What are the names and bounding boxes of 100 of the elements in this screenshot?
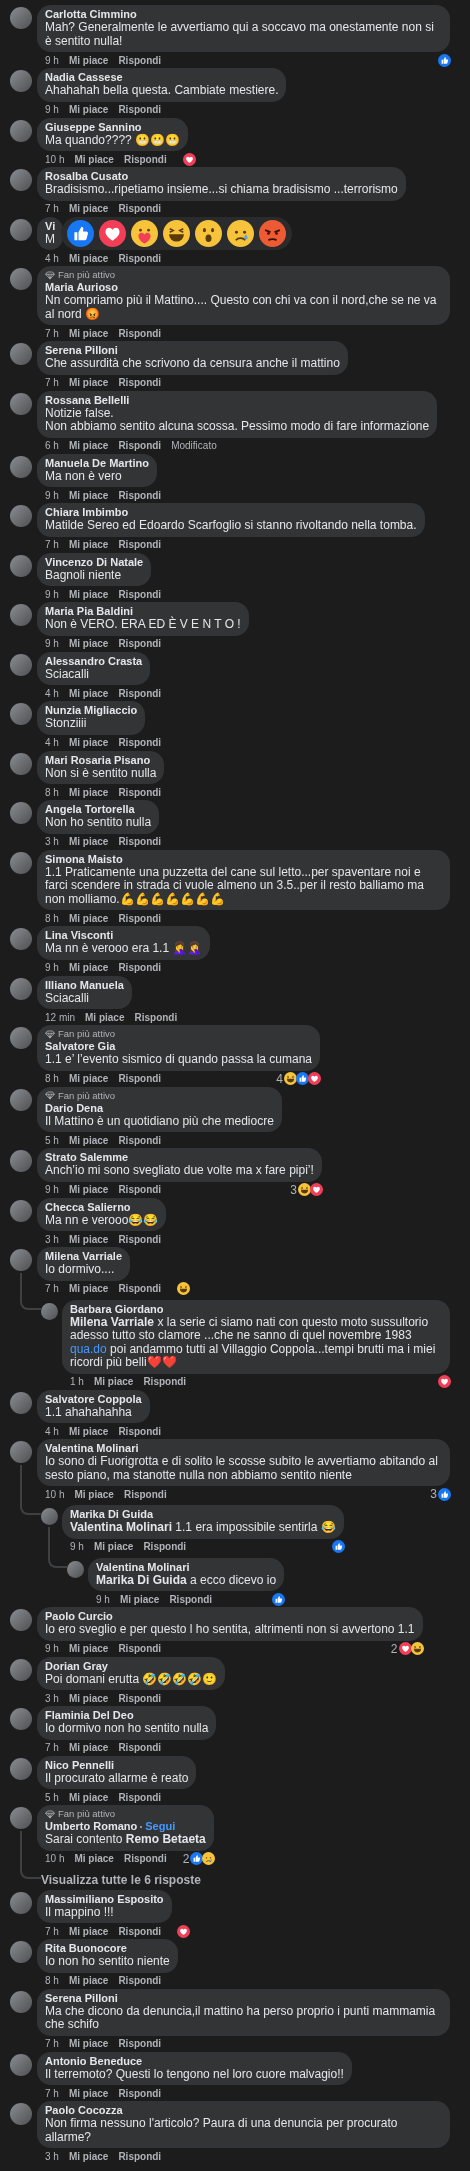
reply-button[interactable]: Rispondi — [118, 377, 162, 388]
author-name[interactable]: Vi — [45, 219, 56, 233]
avatar[interactable] — [10, 218, 32, 241]
like-button[interactable]: Mi piace — [85, 1011, 125, 1023]
like-button[interactable]: Mi piace — [68, 2038, 109, 2049]
author-name[interactable]: Carlotta Cimmino — [45, 8, 137, 21]
author-name[interactable]: Barbara Giordano — [70, 1302, 164, 1316]
like-button[interactable]: Mi piace — [68, 1925, 109, 1937]
reply-button[interactable]: Rispondi — [118, 2038, 162, 2049]
like-button[interactable]: Mi piace — [119, 1593, 160, 1605]
reply-button[interactable]: Rispondi — [118, 638, 162, 649]
avatar[interactable] — [41, 1508, 58, 1525]
avatar[interactable] — [10, 1391, 32, 1414]
reply-button[interactable]: Rispondi — [118, 786, 162, 798]
avatar[interactable] — [10, 169, 32, 191]
avatar[interactable] — [10, 1658, 32, 1681]
author-name[interactable]: Salvatore Gia — [45, 1040, 116, 1053]
avatar[interactable] — [10, 1150, 32, 1172]
author-name[interactable]: Serena Pilloni — [45, 1991, 118, 2005]
author-name[interactable]: Serena Pilloni — [45, 344, 118, 357]
reply-button[interactable]: Rispondi — [118, 1925, 162, 1937]
author-name[interactable]: Vincenzo Di Natale — [45, 555, 144, 569]
like-icon[interactable] — [67, 219, 94, 247]
reply-button[interactable]: Rispondi — [118, 1742, 162, 1753]
reply-button[interactable]: Rispondi — [118, 104, 162, 115]
author-name[interactable]: Rossana Bellelli — [45, 393, 130, 407]
reply-button[interactable]: Rispondi — [118, 2150, 162, 2162]
link[interactable]: qua.do — [70, 1341, 107, 1356]
like-button[interactable]: Mi piace — [68, 912, 109, 924]
view-replies-link[interactable]: Visualizza tutte le 6 risposte — [41, 1871, 201, 1890]
author-name[interactable]: Rosalba Cusato — [45, 170, 129, 183]
author-name[interactable]: Angela Tortorella — [45, 803, 135, 816]
avatar[interactable] — [10, 1609, 32, 1631]
reply-button[interactable]: Rispondi — [118, 687, 162, 699]
like-button[interactable]: Mi piace — [68, 2150, 109, 2162]
reply-button[interactable]: Rispondi — [118, 1134, 162, 1146]
reply-button[interactable]: Rispondi — [134, 1011, 178, 1023]
like-button[interactable]: Mi piace — [68, 836, 109, 847]
reply-button[interactable]: Rispondi — [118, 1233, 162, 1245]
reply-button[interactable]: Rispondi — [118, 1791, 162, 1803]
reply-button[interactable]: Rispondi — [123, 1488, 167, 1500]
author-name[interactable]: Massimiliano Esposito — [45, 1892, 164, 1906]
author-name[interactable]: Mari Rosaria Pisano — [45, 753, 151, 767]
avatar[interactable] — [10, 2103, 32, 2125]
reply-button[interactable]: Rispondi — [118, 327, 162, 339]
like-button[interactable]: Mi piace — [68, 104, 109, 115]
reply-button[interactable]: Rispondi — [118, 440, 162, 451]
reply-button[interactable]: Rispondi — [169, 1593, 213, 1605]
reply-button[interactable]: Rispondi — [143, 1541, 187, 1552]
reply-button[interactable]: Rispondi — [118, 1643, 162, 1654]
like-button[interactable]: Mi piace — [68, 203, 109, 214]
like-button[interactable]: Mi piace — [68, 588, 109, 600]
reply-button[interactable]: Rispondi — [118, 1692, 162, 1704]
avatar[interactable] — [10, 1807, 32, 1829]
avatar[interactable] — [10, 1891, 32, 1914]
like-button[interactable]: Mi piace — [68, 737, 109, 748]
reply-button[interactable]: Rispondi — [118, 1425, 162, 1437]
author-name[interactable]: Nunzia Migliaccio — [45, 704, 138, 717]
avatar[interactable] — [10, 1757, 32, 1780]
like-button[interactable]: Mi piace — [68, 786, 109, 798]
reply-button[interactable]: Rispondi — [118, 962, 162, 973]
like-button[interactable]: Mi piace — [68, 1692, 109, 1704]
like-button[interactable]: Mi piace — [68, 1425, 109, 1437]
avatar[interactable] — [10, 455, 32, 478]
avatar[interactable] — [10, 1441, 32, 1463]
reply-button[interactable]: Rispondi — [123, 1853, 167, 1864]
avatar[interactable] — [10, 1249, 32, 1271]
avatar[interactable] — [10, 977, 32, 1000]
avatar[interactable] — [10, 7, 32, 29]
avatar[interactable] — [10, 505, 32, 527]
surprised-face-icon[interactable] — [195, 219, 222, 247]
author-name[interactable]: Chiara Imbimbo — [45, 506, 129, 519]
author-name[interactable]: Milena Varriale — [45, 1250, 123, 1263]
author-name[interactable]: Nadia Cassese — [45, 71, 123, 84]
avatar[interactable] — [10, 928, 32, 950]
like-button[interactable]: Mi piace — [68, 1233, 109, 1245]
like-button[interactable]: Mi piace — [68, 489, 109, 501]
author-name[interactable]: Valentina Molinari — [45, 1442, 139, 1455]
like-button[interactable]: Mi piace — [93, 1376, 134, 1387]
avatar[interactable] — [10, 1088, 32, 1111]
avatar[interactable] — [10, 392, 32, 415]
author-name[interactable]: Maria Aurioso — [45, 281, 118, 294]
author-name[interactable]: Marika Di Guida — [70, 1508, 154, 1521]
like-button[interactable]: Mi piace — [74, 153, 114, 165]
reply-button[interactable]: Rispondi — [118, 912, 162, 924]
avatar[interactable] — [10, 343, 32, 365]
author-name[interactable]: Alessandro Crasta — [45, 654, 143, 668]
avatar[interactable] — [10, 2053, 32, 2076]
author-name[interactable]: Paolo Curcio — [45, 1610, 113, 1623]
like-button[interactable]: Mi piace — [68, 327, 109, 339]
author-name[interactable]: Flaminia Del Deo — [45, 1709, 134, 1722]
avatar[interactable] — [10, 554, 32, 577]
author-name[interactable]: Strato Salemme — [45, 1151, 129, 1164]
like-button[interactable]: Mi piace — [68, 1073, 109, 1084]
author-name[interactable]: Salvatore Coppola — [45, 1392, 142, 1406]
avatar[interactable] — [41, 1302, 58, 1320]
like-button[interactable]: Mi piace — [68, 539, 109, 550]
avatar[interactable] — [10, 703, 32, 725]
like-button[interactable]: Mi piace — [68, 1184, 109, 1195]
author-name[interactable]: Nico Pennelli — [45, 1758, 115, 1772]
